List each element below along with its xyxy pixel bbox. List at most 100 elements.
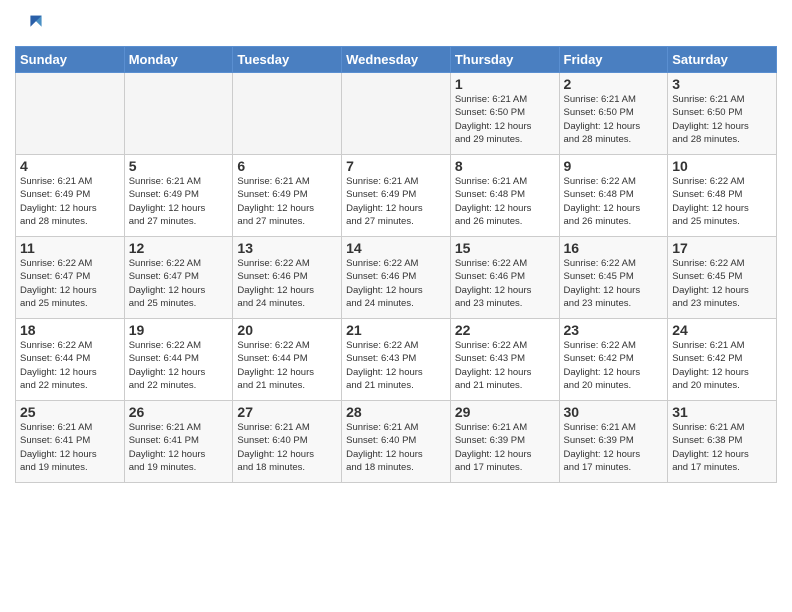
calendar-cell: 12Sunrise: 6:22 AM Sunset: 6:47 PM Dayli… [124, 237, 233, 319]
calendar-cell: 30Sunrise: 6:21 AM Sunset: 6:39 PM Dayli… [559, 401, 668, 483]
day-info: Sunrise: 6:22 AM Sunset: 6:43 PM Dayligh… [455, 339, 555, 392]
calendar-cell [124, 73, 233, 155]
calendar-cell: 7Sunrise: 6:21 AM Sunset: 6:49 PM Daylig… [342, 155, 451, 237]
day-info: Sunrise: 6:21 AM Sunset: 6:38 PM Dayligh… [672, 421, 772, 474]
week-row-1: 1Sunrise: 6:21 AM Sunset: 6:50 PM Daylig… [16, 73, 777, 155]
day-info: Sunrise: 6:22 AM Sunset: 6:43 PM Dayligh… [346, 339, 446, 392]
day-number: 14 [346, 240, 446, 256]
weekday-saturday: Saturday [668, 47, 777, 73]
day-number: 20 [237, 322, 337, 338]
calendar-cell: 2Sunrise: 6:21 AM Sunset: 6:50 PM Daylig… [559, 73, 668, 155]
weekday-sunday: Sunday [16, 47, 125, 73]
calendar-cell: 10Sunrise: 6:22 AM Sunset: 6:48 PM Dayli… [668, 155, 777, 237]
day-info: Sunrise: 6:22 AM Sunset: 6:47 PM Dayligh… [129, 257, 229, 310]
calendar-cell: 15Sunrise: 6:22 AM Sunset: 6:46 PM Dayli… [450, 237, 559, 319]
calendar-cell: 20Sunrise: 6:22 AM Sunset: 6:44 PM Dayli… [233, 319, 342, 401]
day-info: Sunrise: 6:22 AM Sunset: 6:45 PM Dayligh… [564, 257, 664, 310]
calendar-cell: 6Sunrise: 6:21 AM Sunset: 6:49 PM Daylig… [233, 155, 342, 237]
logo [15, 10, 47, 38]
week-row-4: 18Sunrise: 6:22 AM Sunset: 6:44 PM Dayli… [16, 319, 777, 401]
day-number: 10 [672, 158, 772, 174]
weekday-monday: Monday [124, 47, 233, 73]
calendar-cell: 17Sunrise: 6:22 AM Sunset: 6:45 PM Dayli… [668, 237, 777, 319]
day-info: Sunrise: 6:22 AM Sunset: 6:44 PM Dayligh… [129, 339, 229, 392]
day-number: 2 [564, 76, 664, 92]
calendar-container: SundayMondayTuesdayWednesdayThursdayFrid… [0, 0, 792, 493]
day-number: 18 [20, 322, 120, 338]
day-number: 13 [237, 240, 337, 256]
calendar-cell: 4Sunrise: 6:21 AM Sunset: 6:49 PM Daylig… [16, 155, 125, 237]
calendar-cell [233, 73, 342, 155]
weekday-header-row: SundayMondayTuesdayWednesdayThursdayFrid… [16, 47, 777, 73]
calendar-cell: 31Sunrise: 6:21 AM Sunset: 6:38 PM Dayli… [668, 401, 777, 483]
day-number: 1 [455, 76, 555, 92]
day-info: Sunrise: 6:22 AM Sunset: 6:44 PM Dayligh… [20, 339, 120, 392]
day-info: Sunrise: 6:21 AM Sunset: 6:50 PM Dayligh… [672, 93, 772, 146]
calendar-cell: 27Sunrise: 6:21 AM Sunset: 6:40 PM Dayli… [233, 401, 342, 483]
calendar-cell: 14Sunrise: 6:22 AM Sunset: 6:46 PM Dayli… [342, 237, 451, 319]
day-number: 9 [564, 158, 664, 174]
calendar-cell: 29Sunrise: 6:21 AM Sunset: 6:39 PM Dayli… [450, 401, 559, 483]
day-number: 24 [672, 322, 772, 338]
day-number: 4 [20, 158, 120, 174]
day-number: 27 [237, 404, 337, 420]
calendar-cell: 11Sunrise: 6:22 AM Sunset: 6:47 PM Dayli… [16, 237, 125, 319]
day-info: Sunrise: 6:21 AM Sunset: 6:39 PM Dayligh… [564, 421, 664, 474]
calendar-cell: 25Sunrise: 6:21 AM Sunset: 6:41 PM Dayli… [16, 401, 125, 483]
calendar-cell: 26Sunrise: 6:21 AM Sunset: 6:41 PM Dayli… [124, 401, 233, 483]
day-info: Sunrise: 6:21 AM Sunset: 6:41 PM Dayligh… [20, 421, 120, 474]
day-info: Sunrise: 6:21 AM Sunset: 6:39 PM Dayligh… [455, 421, 555, 474]
calendar-cell: 24Sunrise: 6:21 AM Sunset: 6:42 PM Dayli… [668, 319, 777, 401]
day-number: 17 [672, 240, 772, 256]
calendar-table: SundayMondayTuesdayWednesdayThursdayFrid… [15, 46, 777, 483]
calendar-cell: 1Sunrise: 6:21 AM Sunset: 6:50 PM Daylig… [450, 73, 559, 155]
calendar-cell: 21Sunrise: 6:22 AM Sunset: 6:43 PM Dayli… [342, 319, 451, 401]
day-number: 11 [20, 240, 120, 256]
day-info: Sunrise: 6:21 AM Sunset: 6:40 PM Dayligh… [237, 421, 337, 474]
logo-icon [15, 10, 43, 38]
week-row-2: 4 Sunrise: 6:21 AM Sunset: 6:49 PM Daylig… [16, 155, 777, 237]
calendar-cell: 13Sunrise: 6:22 AM Sunset: 6:46 PM Dayli… [233, 237, 342, 319]
day-number: 29 [455, 404, 555, 420]
day-info: Sunrise: 6:21 AM Sunset: 6:49 PM Dayligh… [129, 175, 229, 228]
day-number: 22 [455, 322, 555, 338]
day-info: Sunrise: 6:22 AM Sunset: 6:42 PM Dayligh… [564, 339, 664, 392]
calendar-cell [16, 73, 125, 155]
day-info: Sunrise: 6:22 AM Sunset: 6:44 PM Dayligh… [237, 339, 337, 392]
day-info: Sunrise: 6:21 AM Sunset: 6:48 PM Dayligh… [455, 175, 555, 228]
day-info: Sunrise: 6:22 AM Sunset: 6:47 PM Dayligh… [20, 257, 120, 310]
day-number: 12 [129, 240, 229, 256]
day-info: Sunrise: 6:21 AM Sunset: 6:49 PM Dayligh… [346, 175, 446, 228]
calendar-cell: 16Sunrise: 6:22 AM Sunset: 6:45 PM Dayli… [559, 237, 668, 319]
weekday-wednesday: Wednesday [342, 47, 451, 73]
calendar-cell: 18Sunrise: 6:22 AM Sunset: 6:44 PM Dayli… [16, 319, 125, 401]
week-row-3: 11Sunrise: 6:22 AM Sunset: 6:47 PM Dayli… [16, 237, 777, 319]
day-info: Sunrise: 6:21 AM Sunset: 6:49 PM Dayligh… [237, 175, 337, 228]
weekday-thursday: Thursday [450, 47, 559, 73]
day-info: Sunrise: 6:21 AM Sunset: 6:50 PM Dayligh… [455, 93, 555, 146]
day-info: Sunrise: 6:22 AM Sunset: 6:46 PM Dayligh… [455, 257, 555, 310]
calendar-cell: 22Sunrise: 6:22 AM Sunset: 6:43 PM Dayli… [450, 319, 559, 401]
day-number: 15 [455, 240, 555, 256]
day-number: 25 [20, 404, 120, 420]
day-number: 16 [564, 240, 664, 256]
calendar-cell: 28Sunrise: 6:21 AM Sunset: 6:40 PM Dayli… [342, 401, 451, 483]
day-number: 6 [237, 158, 337, 174]
calendar-cell: 9Sunrise: 6:22 AM Sunset: 6:48 PM Daylig… [559, 155, 668, 237]
calendar-cell: 5Sunrise: 6:21 AM Sunset: 6:49 PM Daylig… [124, 155, 233, 237]
day-info: Sunrise: 6:22 AM Sunset: 6:48 PM Dayligh… [672, 175, 772, 228]
day-info: Sunrise: 6:22 AM Sunset: 6:46 PM Dayligh… [237, 257, 337, 310]
day-number: 7 [346, 158, 446, 174]
day-info: Sunrise: 6:22 AM Sunset: 6:48 PM Dayligh… [564, 175, 664, 228]
weekday-friday: Friday [559, 47, 668, 73]
calendar-cell: 19Sunrise: 6:22 AM Sunset: 6:44 PM Dayli… [124, 319, 233, 401]
day-info: Sunrise: 6:21 AM Sunset: 6:40 PM Dayligh… [346, 421, 446, 474]
header [15, 10, 777, 38]
day-number: 31 [672, 404, 772, 420]
day-info: Sunrise: 6:22 AM Sunset: 6:46 PM Dayligh… [346, 257, 446, 310]
day-number: 23 [564, 322, 664, 338]
day-info: Sunrise: 6:21 AM Sunset: 6:41 PM Dayligh… [129, 421, 229, 474]
day-number: 8 [455, 158, 555, 174]
weekday-tuesday: Tuesday [233, 47, 342, 73]
calendar-cell: 8Sunrise: 6:21 AM Sunset: 6:48 PM Daylig… [450, 155, 559, 237]
